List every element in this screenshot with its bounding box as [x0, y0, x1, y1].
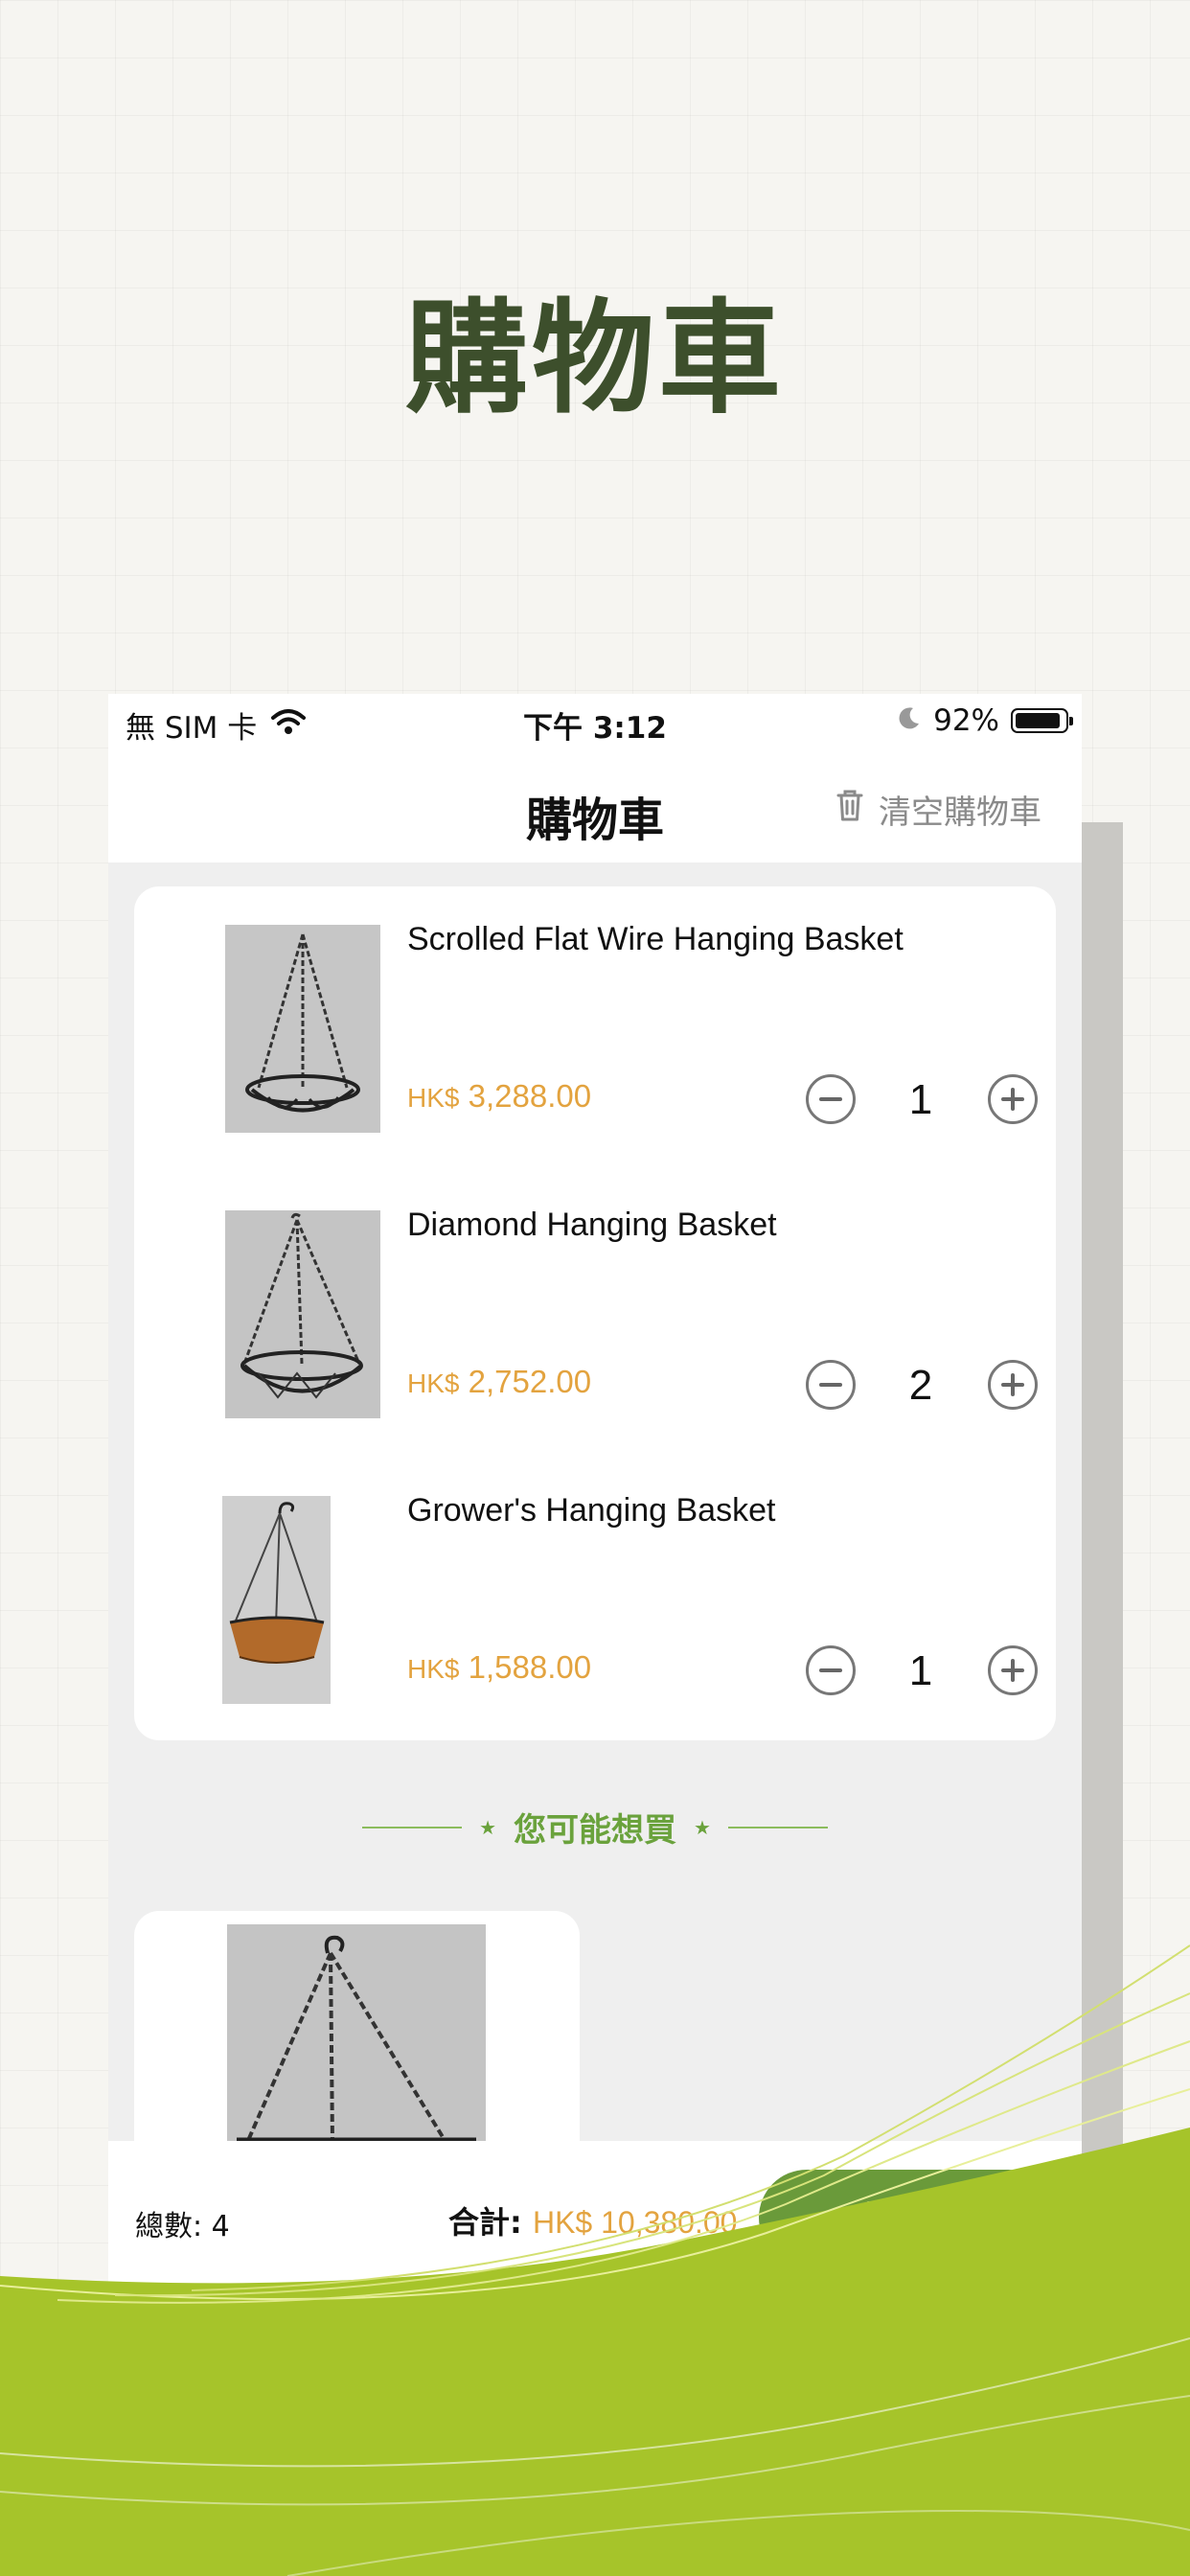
- status-right: 92%: [897, 703, 1073, 738]
- cart-item: Scrolled Flat Wire Hanging Basket HK$ 3,…: [134, 886, 1056, 1133]
- product-image: [225, 1210, 380, 1418]
- item-name: Diamond Hanging Basket: [407, 1207, 777, 1243]
- moon-icon: [897, 703, 922, 738]
- page-title: 購物車: [404, 288, 785, 430]
- divider: [727, 1826, 828, 1828]
- increase-quantity-button[interactable]: [988, 1074, 1038, 1124]
- quantity-value: 1: [908, 1647, 933, 1694]
- minus-icon: [819, 1097, 842, 1101]
- item-price: HK$ 2,752.00: [407, 1364, 591, 1400]
- product-image: [225, 925, 380, 1133]
- plus-icon: [1001, 1659, 1024, 1682]
- item-price: HK$ 3,288.00: [407, 1078, 591, 1115]
- suggested-product-card[interactable]: [134, 1911, 580, 2179]
- nav-bar: 購物車 清空購物車: [108, 751, 1082, 862]
- clear-cart-label: 清空購物車: [879, 794, 1041, 832]
- product-image: [222, 1496, 331, 1704]
- price-value: 1,588.00: [468, 1649, 592, 1685]
- cart-item: Grower's Hanging Basket HK$ 1,588.00 1: [134, 1458, 1056, 1704]
- item-name: Scrolled Flat Wire Hanging Basket: [407, 921, 904, 957]
- increase-quantity-button[interactable]: [988, 1360, 1038, 1410]
- quantity-value: 2: [908, 1362, 933, 1409]
- trash-icon: [835, 787, 865, 832]
- decrease-quantity-button[interactable]: [806, 1074, 856, 1124]
- battery-icon: [1011, 708, 1073, 733]
- cart-item: Diamond Hanging Basket HK$ 2,752.00 2: [134, 1172, 1056, 1418]
- minus-icon: [819, 1383, 842, 1387]
- decrease-quantity-button[interactable]: [806, 1645, 856, 1695]
- decrease-quantity-button[interactable]: [806, 1360, 856, 1410]
- price-value: 3,288.00: [468, 1078, 592, 1114]
- divider: [362, 1826, 463, 1828]
- product-image: [227, 1924, 486, 2154]
- suggestions-title: 您可能想買: [514, 1811, 676, 1850]
- item-count: 總數: 4: [135, 2210, 230, 2243]
- increase-quantity-button[interactable]: [988, 1645, 1038, 1695]
- order-total: 合計: HK$ 10,380.00: [448, 2198, 737, 2242]
- checkout-bar: 總數: 4 合計: HK$ 10,380.00 去結算: [108, 2141, 1082, 2304]
- plus-icon: [1001, 1373, 1024, 1396]
- item-name: Grower's Hanging Basket: [407, 1492, 776, 1529]
- star-icon: ★: [479, 1815, 496, 1839]
- clear-cart-button[interactable]: 清空購物車: [835, 786, 1041, 833]
- minus-icon: [819, 1668, 842, 1672]
- item-price: HK$ 1,588.00: [407, 1649, 591, 1686]
- status-bar: 無 SIM 卡 下午 3:12 92%: [108, 694, 1082, 751]
- cart-list: Scrolled Flat Wire Hanging Basket HK$ 3,…: [134, 886, 1056, 1740]
- total-amount: HK$ 10,380.00: [532, 2205, 738, 2240]
- currency-label: HK$: [407, 1368, 460, 1398]
- currency-label: HK$: [407, 1654, 460, 1684]
- price-value: 2,752.00: [468, 1364, 592, 1399]
- total-label: 合計:: [448, 2204, 522, 2241]
- suggestions-heading: ★ 您可能想買 ★: [108, 1804, 1082, 1851]
- currency-label: HK$: [407, 1083, 460, 1113]
- star-icon: ★: [694, 1815, 711, 1839]
- plus-icon: [1001, 1088, 1024, 1111]
- battery-fill: [1016, 713, 1060, 728]
- checkout-button[interactable]: 去結算: [759, 2170, 1056, 2266]
- battery-percent: 92%: [933, 703, 999, 738]
- phone-screen: 無 SIM 卡 下午 3:12 92% 購物車 清空購物車 Scrolled F…: [108, 694, 1082, 2304]
- quantity-value: 1: [908, 1076, 933, 1123]
- phone-shadow-panel: [1081, 822, 1123, 2298]
